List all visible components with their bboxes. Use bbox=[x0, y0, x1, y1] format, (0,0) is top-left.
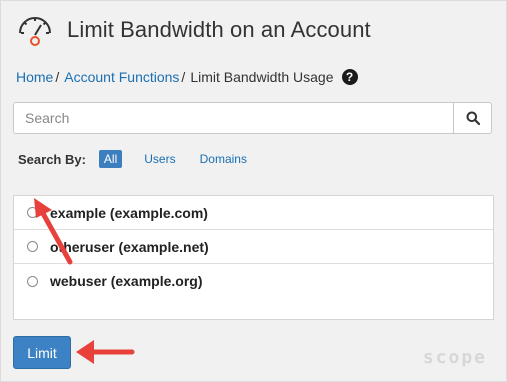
account-row[interactable]: webuser (example.org) bbox=[14, 264, 493, 298]
account-list: example (example.com) otheruser (example… bbox=[13, 195, 494, 320]
breadcrumb: Home / Account Functions / Limit Bandwid… bbox=[16, 69, 358, 85]
search-by-label: Search By: bbox=[18, 151, 86, 167]
search-box bbox=[13, 102, 492, 134]
breadcrumb-current: Limit Bandwidth Usage bbox=[190, 69, 334, 85]
search-input[interactable] bbox=[14, 103, 453, 133]
watermark-logo: scope bbox=[422, 347, 487, 368]
speedometer-icon bbox=[17, 11, 53, 49]
filter-domains[interactable]: Domains bbox=[195, 150, 252, 168]
search-button[interactable] bbox=[453, 103, 491, 133]
account-radio[interactable] bbox=[27, 275, 38, 287]
breadcrumb-separator: / bbox=[181, 69, 186, 85]
search-by-filter: Search By: All Users Domains bbox=[18, 150, 266, 168]
account-row[interactable]: otheruser (example.net) bbox=[14, 230, 493, 264]
page-frame bbox=[0, 0, 507, 382]
account-label: webuser (example.org) bbox=[50, 273, 203, 289]
annotation-arrow-icon bbox=[34, 198, 73, 265]
account-row[interactable]: example (example.com) bbox=[14, 196, 493, 230]
page-header: Limit Bandwidth on an Account bbox=[17, 10, 371, 50]
breadcrumb-account-functions-link[interactable]: Account Functions bbox=[64, 69, 179, 85]
filter-users[interactable]: Users bbox=[139, 150, 180, 168]
page-title: Limit Bandwidth on an Account bbox=[67, 17, 371, 42]
annotation-arrow-icon bbox=[76, 340, 135, 364]
filter-all[interactable]: All bbox=[98, 150, 123, 168]
limit-button[interactable]: Limit bbox=[13, 336, 71, 369]
breadcrumb-home-link[interactable]: Home bbox=[16, 69, 53, 85]
help-icon[interactable]: ? bbox=[341, 69, 358, 85]
search-icon bbox=[466, 111, 480, 125]
breadcrumb-separator: / bbox=[55, 69, 60, 85]
